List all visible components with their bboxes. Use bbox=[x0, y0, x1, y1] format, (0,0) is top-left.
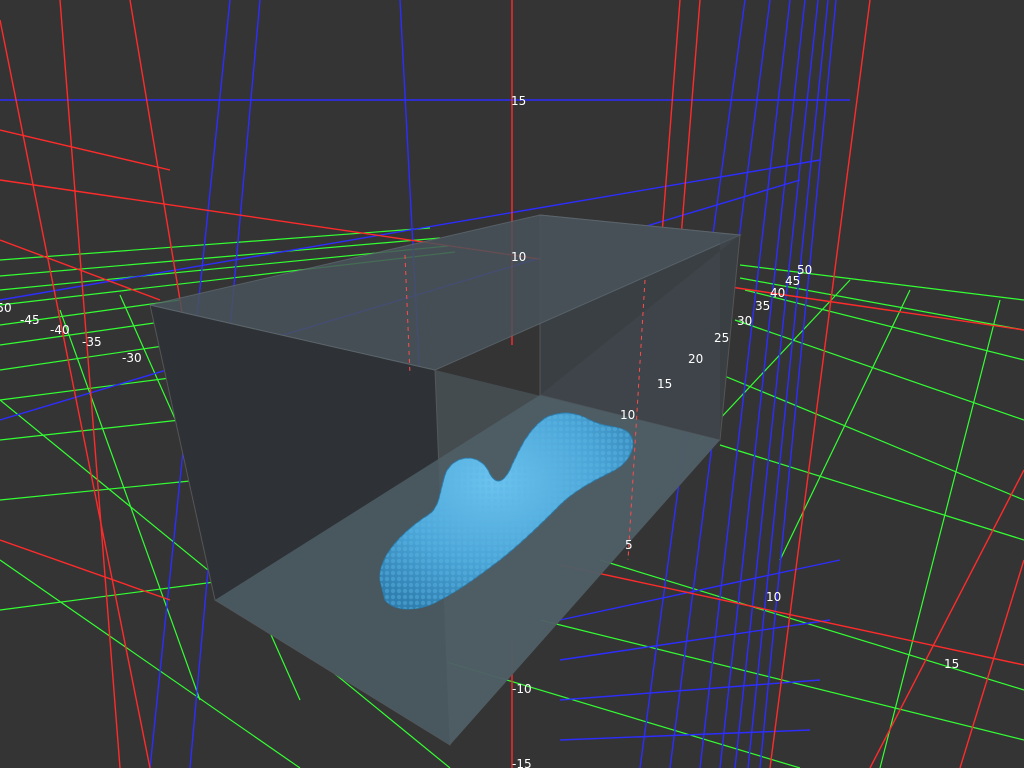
tick-depth-30: 30 bbox=[737, 314, 752, 328]
tick-vertical-neg10: -10 bbox=[512, 682, 532, 696]
tick-left-neg35: -35 bbox=[82, 335, 102, 349]
tick-left-neg40: -40 bbox=[50, 323, 70, 337]
tick-depth-35: 35 bbox=[755, 299, 770, 313]
tick-left-neg30: -30 bbox=[122, 351, 142, 365]
tick-depth-20: 20 bbox=[688, 352, 703, 366]
tick-vertical-neg15: -15 bbox=[512, 757, 532, 768]
tick-depth-5: 5 bbox=[625, 538, 633, 552]
tick-floor-10: 10 bbox=[766, 590, 781, 604]
tick-depth-45: 45 bbox=[785, 274, 800, 288]
tick-floor-15: 15 bbox=[944, 657, 959, 671]
tick-vertical-10: 10 bbox=[511, 250, 526, 264]
tick-left-neg50: -50 bbox=[0, 301, 12, 315]
tick-depth-10: 10 bbox=[620, 408, 635, 422]
tick-depth-15: 15 bbox=[657, 377, 672, 391]
tick-depth-40: 40 bbox=[770, 286, 785, 300]
scene-canvas[interactable]: 15 10 -10 -15 50 45 40 35 30 25 20 15 10… bbox=[0, 0, 1024, 768]
3d-viewport[interactable]: 15 10 -10 -15 50 45 40 35 30 25 20 15 10… bbox=[0, 0, 1024, 768]
tick-depth-25: 25 bbox=[714, 331, 729, 345]
tick-left-neg45: -45 bbox=[20, 313, 40, 327]
tick-vertical-15: 15 bbox=[511, 94, 526, 108]
